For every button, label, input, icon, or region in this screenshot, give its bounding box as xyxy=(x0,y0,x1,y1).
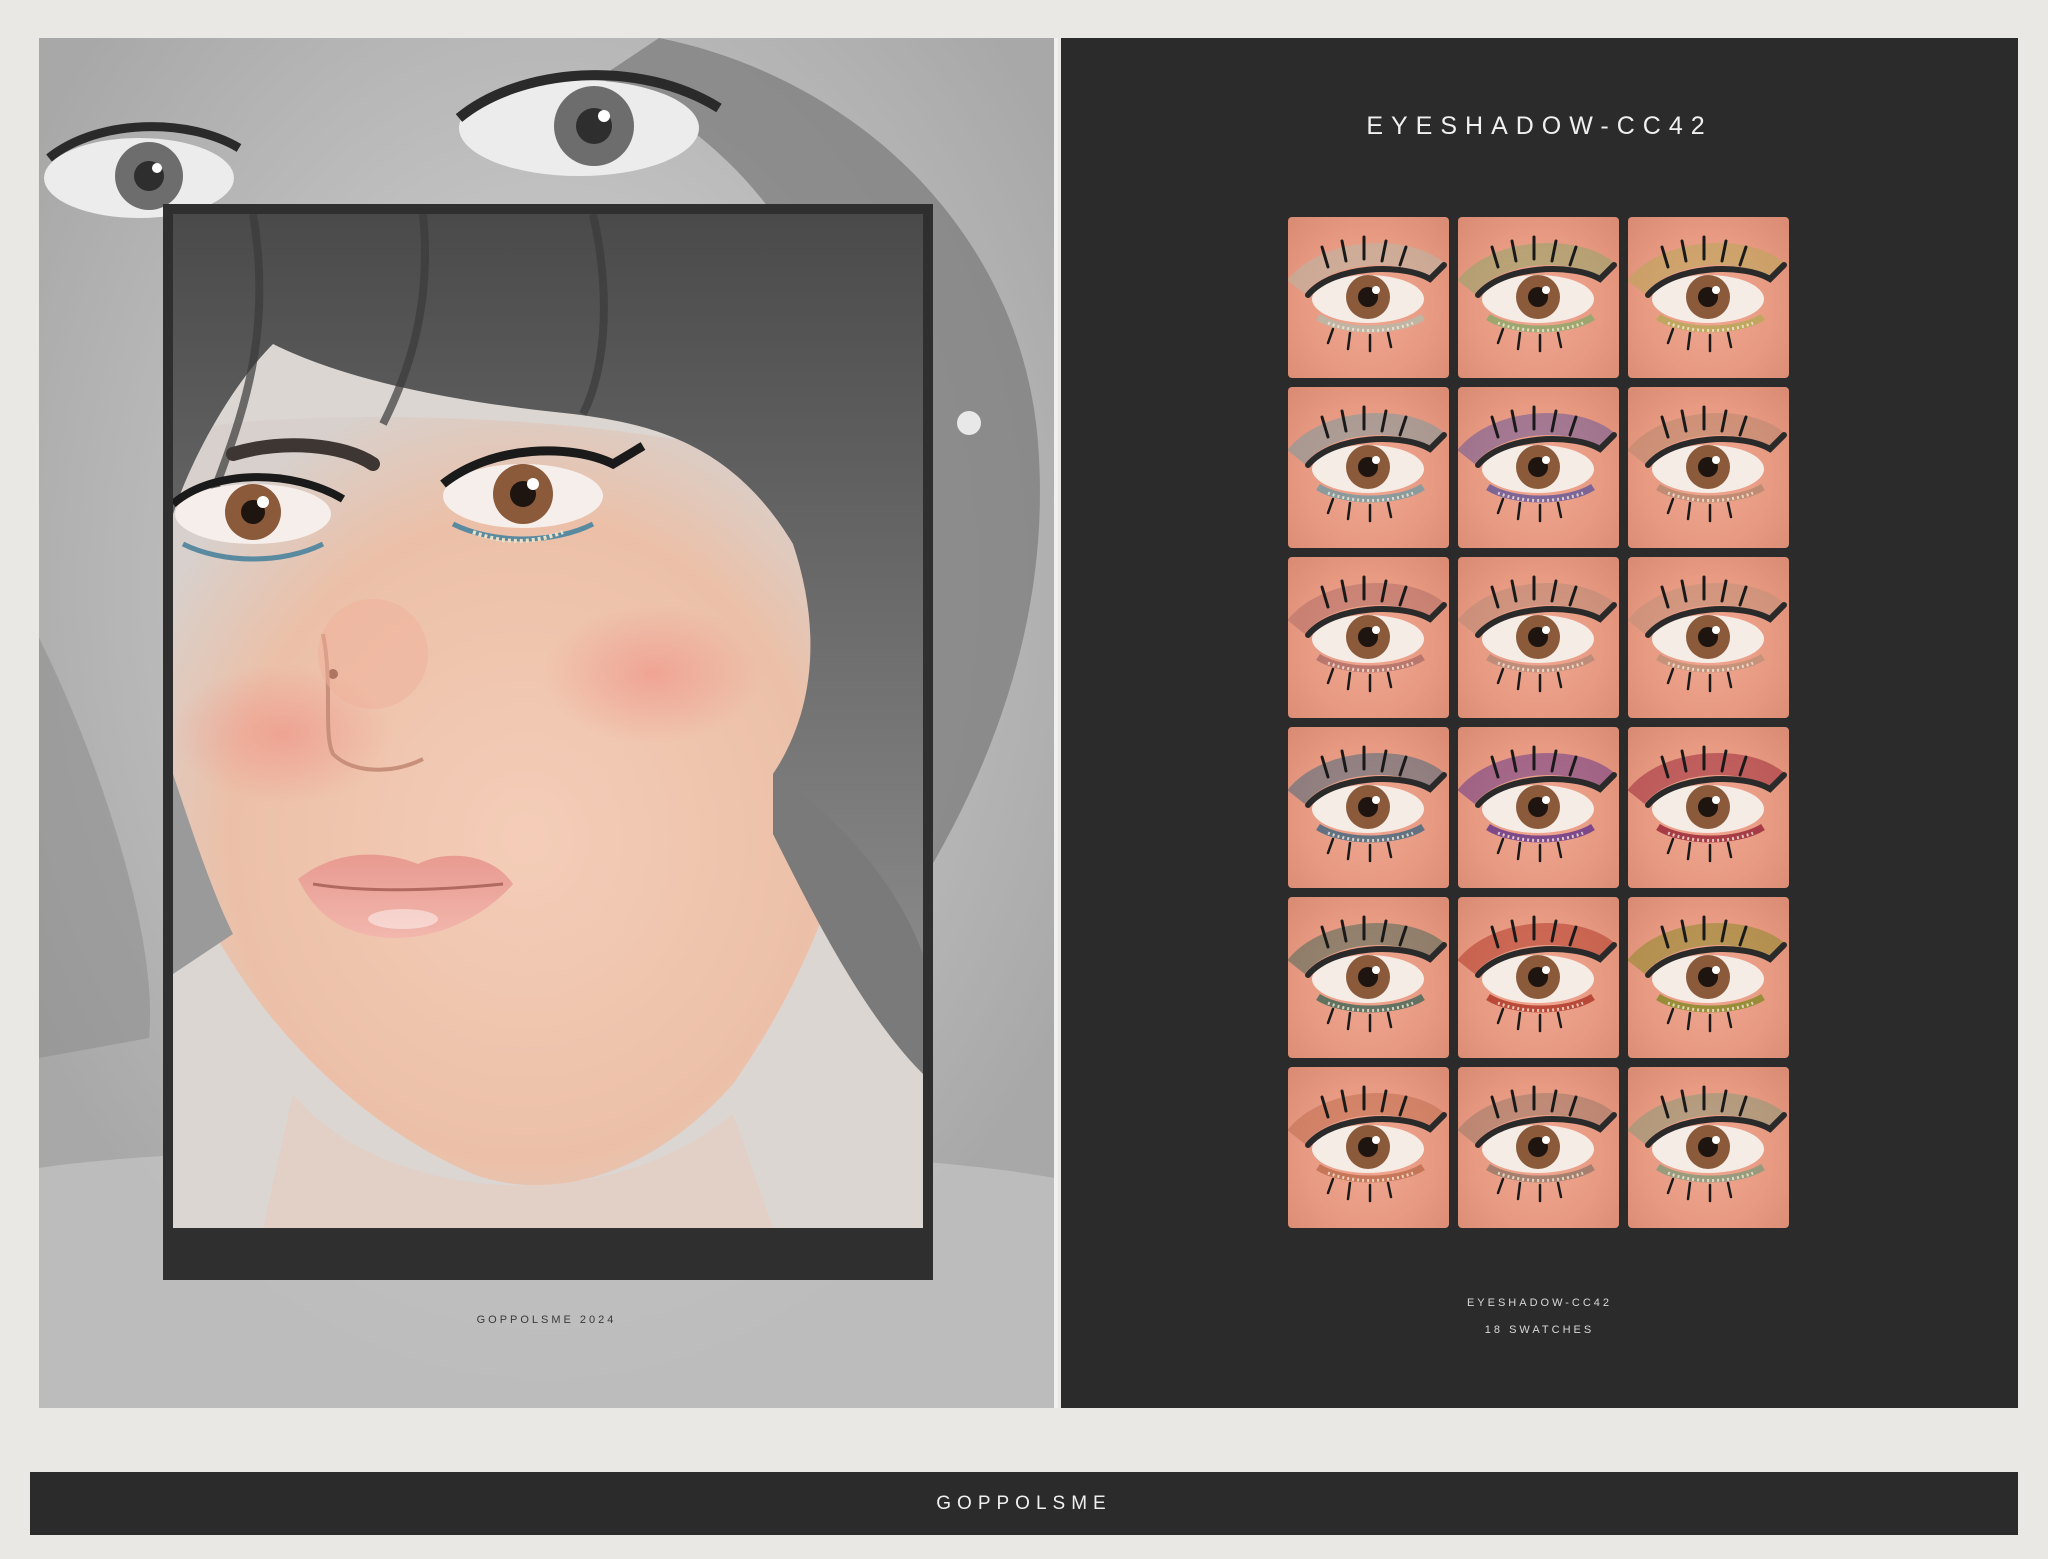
preview-credit: GOPPOLSME 2024 xyxy=(476,1314,617,1326)
swatch-3[interactable] xyxy=(1628,217,1789,378)
brand-bar: GOPPOLSME xyxy=(30,1472,2018,1535)
swatch-7[interactable] xyxy=(1288,557,1449,718)
swatch-5[interactable] xyxy=(1458,387,1619,548)
photo-frame xyxy=(163,204,933,1280)
swatch-8[interactable] xyxy=(1458,557,1619,718)
brand-name: GOPPOLSME xyxy=(936,1492,1112,1514)
swatch-9[interactable] xyxy=(1628,557,1789,718)
swatch-eye-illustration xyxy=(1458,745,1617,863)
swatch-15[interactable] xyxy=(1628,897,1789,1058)
panel-divider xyxy=(1054,38,1058,1408)
swatch-eye-illustration xyxy=(1458,1085,1617,1203)
swatch-eye-illustration xyxy=(1288,915,1447,1033)
swatch-eye-illustration xyxy=(1458,575,1617,693)
swatch-eye-illustration xyxy=(1288,235,1447,353)
swatch-eye-illustration xyxy=(1288,745,1447,863)
swatch-eye-illustration xyxy=(1628,575,1787,693)
swatch-eye-illustration xyxy=(1628,235,1787,353)
swatch-4[interactable] xyxy=(1288,387,1449,548)
swatch-eye-illustration xyxy=(1458,405,1617,523)
swatch-11[interactable] xyxy=(1458,727,1619,888)
product-title: EYESHADOW-CC42 xyxy=(1366,112,1713,140)
swatch-10[interactable] xyxy=(1288,727,1449,888)
swatch-13[interactable] xyxy=(1288,897,1449,1058)
swatch-14[interactable] xyxy=(1458,897,1619,1058)
swatch-eye-illustration xyxy=(1628,915,1787,1033)
model-face-illustration xyxy=(173,214,923,1228)
swatch-panel: EYESHADOW-CC42 EYESHADOW-CC42 18 SWATCHE… xyxy=(1061,38,2018,1408)
swatch-eye-illustration xyxy=(1288,575,1447,693)
swatch-eye-illustration xyxy=(1288,405,1447,523)
swatch-1[interactable] xyxy=(1288,217,1449,378)
swatch-eye-illustration xyxy=(1288,1085,1447,1203)
swatch-eye-illustration xyxy=(1628,1085,1787,1203)
swatch-17[interactable] xyxy=(1458,1067,1619,1228)
swatch-eye-illustration xyxy=(1458,235,1617,353)
model-closeup-photo xyxy=(173,214,923,1228)
swatch-eye-illustration xyxy=(1628,405,1787,523)
swatch-2[interactable] xyxy=(1458,217,1619,378)
model-preview-panel: GOPPOLSME 2024 xyxy=(39,38,1054,1408)
swatch-count: 18 SWATCHES xyxy=(1484,1324,1595,1336)
swatch-eye-illustration xyxy=(1628,745,1787,863)
product-footer-name: EYESHADOW-CC42 xyxy=(1466,1297,1613,1309)
swatch-eye-illustration xyxy=(1458,915,1617,1033)
swatch-grid xyxy=(1288,217,1789,1228)
swatch-6[interactable] xyxy=(1628,387,1789,548)
swatch-16[interactable] xyxy=(1288,1067,1449,1228)
swatch-12[interactable] xyxy=(1628,727,1789,888)
swatch-18[interactable] xyxy=(1628,1067,1789,1228)
